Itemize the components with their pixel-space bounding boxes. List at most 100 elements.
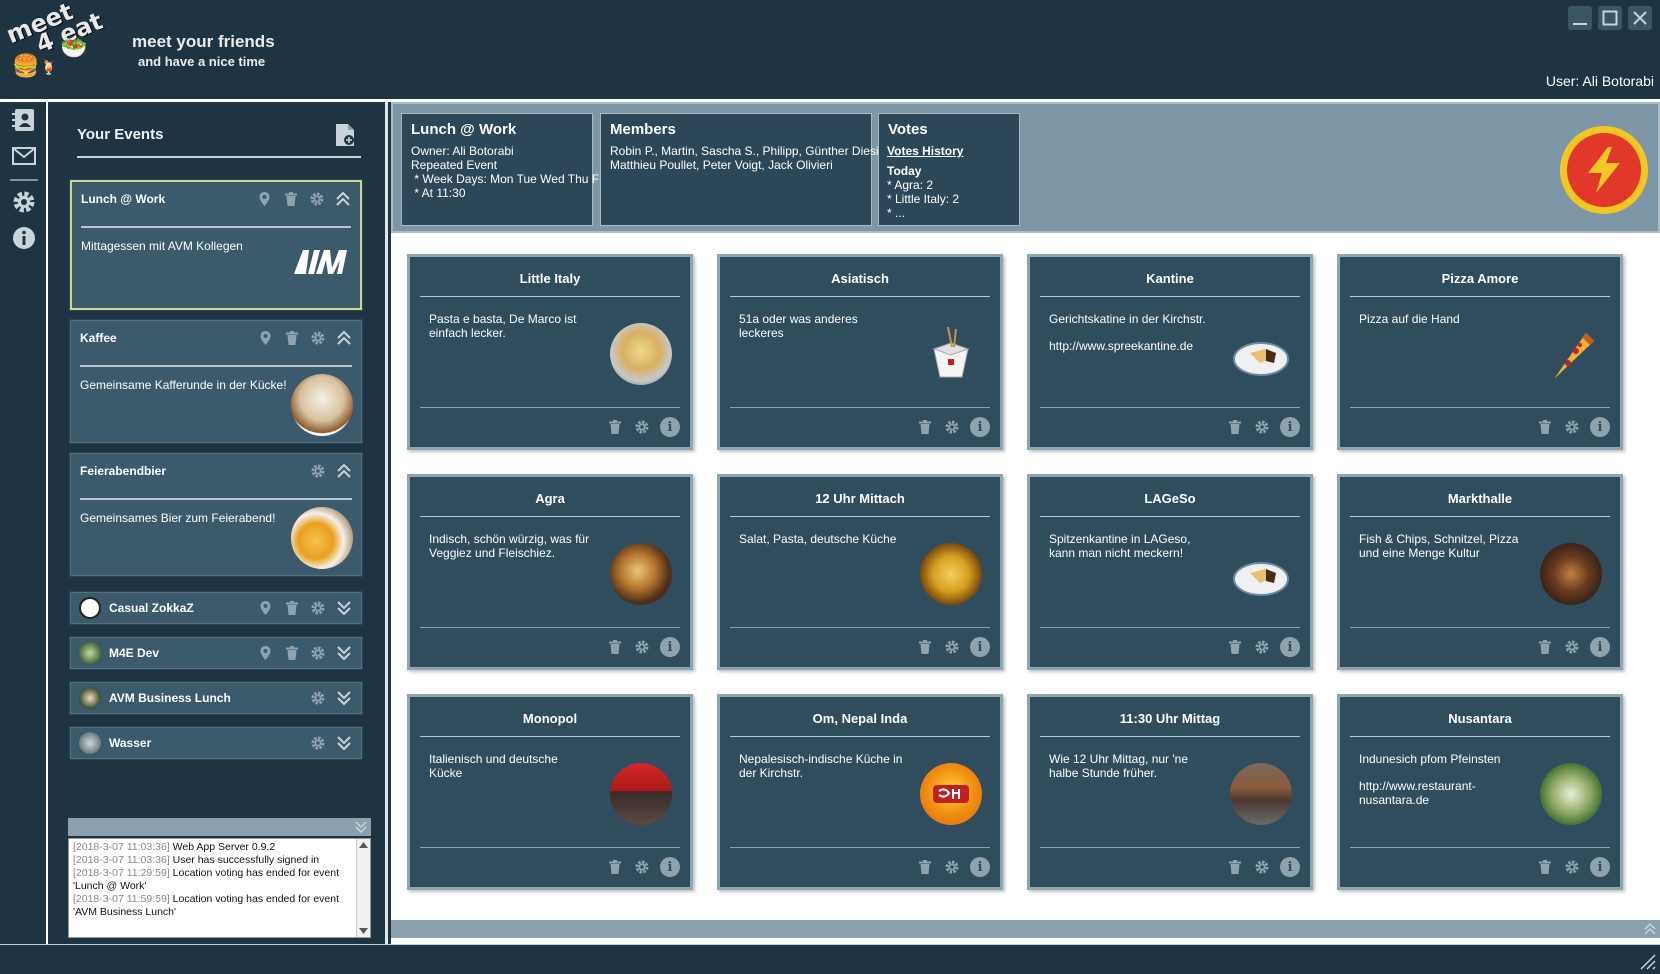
info-icon[interactable] [10, 224, 38, 252]
expand-icon[interactable] [336, 735, 351, 750]
main-bottom-bar[interactable] [391, 920, 1660, 938]
location-card-12-uhr-mittach[interactable]: 12 Uhr Mittach Salat, Pasta, deutsche Kü… [717, 474, 1003, 670]
event-card-kaffee[interactable]: Kaffee Gemeinsame Kafferunde in der Kück… [70, 320, 362, 443]
location-card-kantine[interactable]: Kantine Gerichtskatine in der Kirchstr. … [1027, 254, 1313, 450]
location-icon[interactable] [258, 600, 273, 615]
location-icon[interactable] [257, 191, 272, 206]
settings-icon[interactable] [633, 858, 651, 876]
info-icon[interactable]: i [970, 417, 990, 437]
location-card-monopol[interactable]: Monopol Italienisch und deutsche Kücke i [407, 694, 693, 890]
settings-icon[interactable] [310, 330, 325, 345]
location-card-nusantara[interactable]: Nusantara Indunesich pfom Pfeinsten http… [1337, 694, 1623, 890]
info-icon[interactable]: i [1280, 637, 1300, 657]
scroll-down-icon[interactable] [359, 927, 368, 935]
trash-icon[interactable] [606, 858, 624, 876]
event-card-m4e-dev[interactable]: M4E Dev [70, 637, 362, 669]
add-event-icon[interactable] [334, 122, 356, 148]
settings-icon[interactable] [10, 188, 38, 216]
collapse-log-icon[interactable] [355, 821, 367, 833]
location-card-little-italy[interactable]: Little Italy Pasta e basta, De Marco ist… [407, 254, 693, 450]
trash-icon[interactable] [284, 330, 299, 345]
trash-icon[interactable] [1536, 858, 1554, 876]
close-icon[interactable] [1628, 6, 1652, 30]
settings-icon[interactable] [310, 600, 325, 615]
settings-icon[interactable] [1253, 638, 1271, 656]
info-icon[interactable]: i [1280, 417, 1300, 437]
log-panel[interactable]: [2018-3-07 11:03:36] Web App Server 0.9.… [68, 838, 371, 938]
expand-icon[interactable] [336, 645, 351, 660]
scroll-up-icon[interactable] [359, 841, 368, 849]
settings-icon[interactable] [1563, 638, 1581, 656]
settings-icon[interactable] [633, 418, 651, 436]
log-scrollbar[interactable] [356, 839, 370, 937]
event-card-lunch-at-work[interactable]: Lunch @ Work Mittagessen mit AVM Kollege… [70, 180, 362, 310]
votes-history-link[interactable]: Votes History [887, 144, 963, 158]
location-icon[interactable] [258, 645, 273, 660]
location-url[interactable]: http://www.spreekantine.de [1049, 339, 1214, 353]
settings-icon[interactable] [309, 191, 324, 206]
location-description: Spitzenkantine in LAGeso, kann man nicht… [1049, 532, 1191, 560]
event-avatar [79, 597, 101, 619]
location-card-om-nepal-inda[interactable]: Om, Nepal Inda Nepalesisch-indische Küch… [717, 694, 1003, 890]
trash-icon[interactable] [284, 600, 299, 615]
event-card-wasser[interactable]: Wasser [70, 727, 362, 759]
mail-icon[interactable] [10, 142, 38, 170]
settings-icon[interactable] [1563, 418, 1581, 436]
location-card-1130-uhr-mittag[interactable]: 11:30 Uhr Mittag Wie 12 Uhr Mittag, nur … [1027, 694, 1313, 890]
settings-icon[interactable] [1563, 858, 1581, 876]
location-icon[interactable] [258, 330, 273, 345]
info-icon[interactable]: i [970, 637, 990, 657]
info-icon[interactable]: i [1590, 417, 1610, 437]
info-icon[interactable]: i [1280, 857, 1300, 877]
collapse-icon[interactable] [336, 463, 351, 478]
expand-panel-icon[interactable] [1644, 923, 1656, 935]
settings-icon[interactable] [943, 638, 961, 656]
expand-icon[interactable] [336, 690, 351, 705]
minimize-icon[interactable] [1568, 6, 1592, 30]
settings-icon[interactable] [633, 638, 651, 656]
event-card-avm-business-lunch[interactable]: AVM Business Lunch [70, 682, 362, 714]
maximize-icon[interactable] [1598, 6, 1622, 30]
info-icon[interactable]: i [970, 857, 990, 877]
info-icon[interactable]: i [1590, 857, 1610, 877]
info-icon[interactable]: i [660, 417, 680, 437]
trash-icon[interactable] [1536, 638, 1554, 656]
settings-icon[interactable] [943, 858, 961, 876]
settings-icon[interactable] [310, 645, 325, 660]
settings-icon[interactable] [1253, 858, 1271, 876]
trash-icon[interactable] [1226, 858, 1244, 876]
trash-icon[interactable] [1226, 418, 1244, 436]
trash-icon[interactable] [606, 638, 624, 656]
trash-icon[interactable] [916, 858, 934, 876]
trash-icon[interactable] [916, 638, 934, 656]
collapse-icon[interactable] [335, 191, 350, 206]
log-panel-header[interactable] [68, 818, 371, 836]
trash-icon[interactable] [1226, 638, 1244, 656]
trash-icon[interactable] [1536, 418, 1554, 436]
lightning-icon[interactable] [1560, 126, 1648, 214]
trash-icon[interactable] [606, 418, 624, 436]
trash-icon[interactable] [283, 191, 298, 206]
trash-icon[interactable] [284, 645, 299, 660]
event-card-casual-zokkaz[interactable]: Casual ZokkaZ [70, 592, 362, 624]
info-icon[interactable]: i [1590, 637, 1610, 657]
location-card-asiatisch[interactable]: Asiatisch 51a oder was anderes leckeres … [717, 254, 1003, 450]
trash-icon[interactable] [916, 418, 934, 436]
location-card-lageso[interactable]: LAGeSo Spitzenkantine in LAGeso, kann ma… [1027, 474, 1313, 670]
settings-icon[interactable] [1253, 418, 1271, 436]
location-card-agra[interactable]: Agra Indisch, schön würzig, was für Vegg… [407, 474, 693, 670]
info-icon[interactable]: i [660, 857, 680, 877]
resize-grip-icon[interactable] [1638, 952, 1656, 970]
expand-icon[interactable] [336, 600, 351, 615]
settings-icon[interactable] [943, 418, 961, 436]
info-icon[interactable]: i [660, 637, 680, 657]
settings-icon[interactable] [310, 735, 325, 750]
contacts-icon[interactable] [10, 106, 38, 134]
collapse-icon[interactable] [336, 330, 351, 345]
location-card-markthalle[interactable]: Markthalle Fish & Chips, Schnitzel, Pizz… [1337, 474, 1623, 670]
location-url[interactable]: http://www.restaurant-nusantara.de [1359, 779, 1524, 807]
location-card-pizza-amore[interactable]: Pizza Amore Pizza auf die Hand i [1337, 254, 1623, 450]
settings-icon[interactable] [310, 690, 325, 705]
event-card-feierabendbier[interactable]: Feierabendbier Gemeinsames Bier zum Feie… [70, 453, 362, 576]
settings-icon[interactable] [310, 463, 325, 478]
